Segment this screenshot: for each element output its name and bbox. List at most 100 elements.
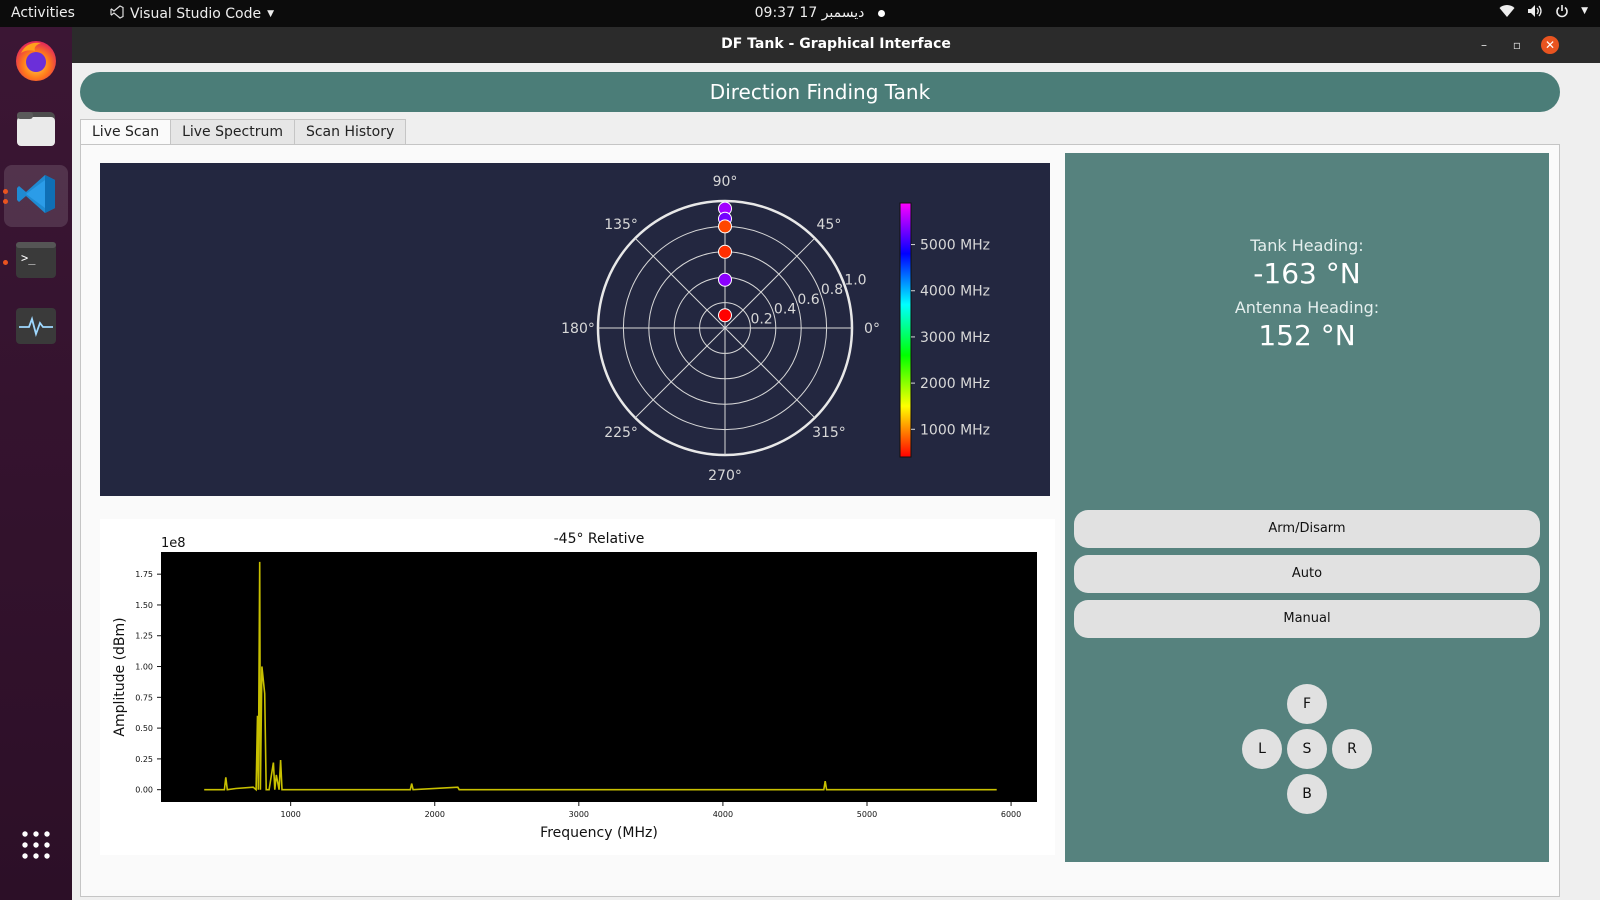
- polar-angle-label: 0°: [864, 321, 880, 337]
- x-tick-label: 4000: [713, 810, 733, 819]
- running-indicator: [3, 260, 8, 265]
- firefox-icon: [13, 37, 59, 87]
- tab-bar: Live Scan Live Spectrum Scan History: [80, 119, 407, 146]
- running-indicator: [3, 189, 8, 194]
- right-button[interactable]: R: [1332, 729, 1372, 769]
- running-indicator: [3, 199, 8, 204]
- x-tick-label: 3000: [569, 810, 589, 819]
- polar-angle-label: 45°: [817, 217, 842, 233]
- tank-heading-value: -163 °N: [1253, 257, 1361, 290]
- tab-live-scan[interactable]: Live Scan: [80, 119, 172, 146]
- dock: >_: [0, 27, 72, 900]
- activities-button[interactable]: Activities: [11, 5, 75, 21]
- colorbar: [899, 202, 912, 458]
- polar-data-point: [718, 244, 732, 259]
- polar-angle-label: 270°: [708, 468, 742, 484]
- system-top-bar: Activities Visual Studio Code ▼ 09:37 17…: [0, 0, 1600, 27]
- polar-data-point: [718, 308, 732, 323]
- app-window: DF Tank - Graphical Interface – ▫ ✕ Dire…: [72, 27, 1600, 900]
- app-banner: Direction Finding Tank: [80, 72, 1560, 112]
- colorbar-label: 4000 MHz: [920, 284, 990, 300]
- app-menu[interactable]: Visual Studio Code ▼: [110, 5, 274, 23]
- y-tick-label: 1.75: [135, 570, 153, 579]
- antenna-heading-value: 152 °N: [1258, 319, 1356, 352]
- y-tick-label: 1.25: [135, 632, 153, 641]
- y-tick-label: 1.00: [135, 663, 153, 672]
- back-button[interactable]: B: [1287, 774, 1327, 814]
- colorbar-label: 1000 MHz: [920, 422, 990, 438]
- minimize-button[interactable]: –: [1475, 36, 1493, 54]
- polar-radial-label: 0.2: [750, 311, 772, 327]
- app-menu-label: Visual Studio Code: [130, 6, 262, 22]
- dock-firefox[interactable]: [4, 31, 68, 93]
- notification-dot-icon: [878, 9, 886, 17]
- x-tick-label: 2000: [425, 810, 445, 819]
- polar-data-point: [718, 219, 732, 234]
- tab-live-spectrum[interactable]: Live Spectrum: [170, 119, 295, 145]
- x-tick-label: 1000: [280, 810, 300, 819]
- app-grid-icon: [20, 829, 52, 865]
- window-titlebar[interactable]: DF Tank - Graphical Interface – ▫ ✕: [72, 27, 1600, 63]
- auto-button[interactable]: Auto: [1074, 555, 1540, 593]
- polar-spoke: [634, 327, 726, 419]
- wifi-icon: [1499, 4, 1515, 18]
- terminal-icon: >_: [14, 240, 58, 284]
- polar-radial-label: 0.4: [774, 302, 796, 318]
- polar-angle-label: 180°: [561, 321, 595, 337]
- caret-down-icon: ▼: [1581, 6, 1588, 16]
- polar-radial-label: 1.0: [844, 272, 866, 288]
- vscode-small-icon: [110, 5, 124, 23]
- clock-text: 09:37 17 ديسمبر: [754, 5, 865, 21]
- polar-radial-label: 0.8: [821, 282, 843, 298]
- spectrum-plot-area: [161, 552, 1037, 802]
- spectrum-title: -45° Relative: [554, 531, 645, 547]
- forward-button[interactable]: F: [1287, 684, 1327, 724]
- tab-scan-history[interactable]: Scan History: [293, 119, 407, 145]
- polar-direction-plot: 90° 45° 0° 315° 270° 225° 180° 135° 0.20.40.60.8…: [561, 174, 990, 484]
- colorbar-label: 5000 MHz: [920, 238, 990, 254]
- polar-spoke: [634, 237, 726, 329]
- polar-plot-panel: 90° 45° 0° 315° 270° 225° 180° 135° 0.2 0.4 0.6 0.8…: [100, 163, 1050, 496]
- svg-text:>_: >_: [21, 251, 36, 265]
- live-scan-pane: 90° 45° 0° 315° 270° 225° 180° 135° 0.2 0.4 0.6 0.8…: [80, 144, 1560, 897]
- dock-system-monitor[interactable]: [4, 297, 68, 359]
- spectrum-chart: -45° Relative 1e8 1000 2000 3000 4000 5000 6000…: [112, 531, 1037, 841]
- y-tick-label: 0.00: [135, 786, 153, 795]
- vscode-icon: [14, 172, 58, 220]
- y-multiplier-label: 1e8: [161, 536, 186, 551]
- polar-angle-label: 315°: [812, 425, 846, 441]
- dock-vscode[interactable]: [4, 165, 68, 227]
- spectrum-plot-panel: -45° Relative 1e8 1000 2000 3000 4000 5000 6000…: [100, 519, 1055, 855]
- close-button[interactable]: ✕: [1541, 36, 1559, 54]
- maximize-button[interactable]: ▫: [1508, 36, 1526, 54]
- x-tick-label: 5000: [857, 810, 877, 819]
- clock[interactable]: 09:37 17 ديسمبر: [700, 5, 940, 21]
- y-axis-label: Amplitude (dBm): [112, 617, 128, 736]
- caret-down-icon: ▼: [267, 9, 275, 19]
- power-icon: [1555, 4, 1569, 18]
- files-icon: [14, 106, 58, 154]
- polar-spoke: [724, 327, 816, 419]
- polar-data-point: [718, 272, 732, 287]
- volume-icon: [1527, 4, 1543, 18]
- colorbar-label: 3000 MHz: [920, 330, 990, 346]
- polar-angle-label: 90°: [713, 174, 738, 190]
- y-tick-label: 0.75: [135, 693, 153, 702]
- window-title: DF Tank - Graphical Interface: [721, 36, 951, 52]
- control-panel: Tank Heading: -163 °N Antenna Heading: 1…: [1065, 153, 1549, 862]
- y-tick-label: 0.50: [135, 724, 153, 733]
- manual-button[interactable]: Manual: [1074, 600, 1540, 638]
- system-tray[interactable]: ▼: [1499, 4, 1588, 18]
- colorbar-label: 2000 MHz: [920, 376, 990, 392]
- y-tick-label: 0.25: [135, 755, 153, 764]
- left-button[interactable]: L: [1242, 729, 1282, 769]
- dock-files[interactable]: [4, 99, 68, 161]
- polar-angle-label: 135°: [604, 217, 638, 233]
- polar-radial-label: 0.6: [797, 292, 819, 308]
- antenna-heading-label: Antenna Heading:: [1234, 298, 1380, 317]
- stop-button[interactable]: S: [1287, 729, 1327, 769]
- arm-disarm-button[interactable]: Arm/Disarm: [1074, 510, 1540, 548]
- dock-terminal[interactable]: >_: [4, 231, 68, 293]
- polar-angle-label: 225°: [604, 425, 638, 441]
- dock-app-grid[interactable]: [4, 816, 68, 878]
